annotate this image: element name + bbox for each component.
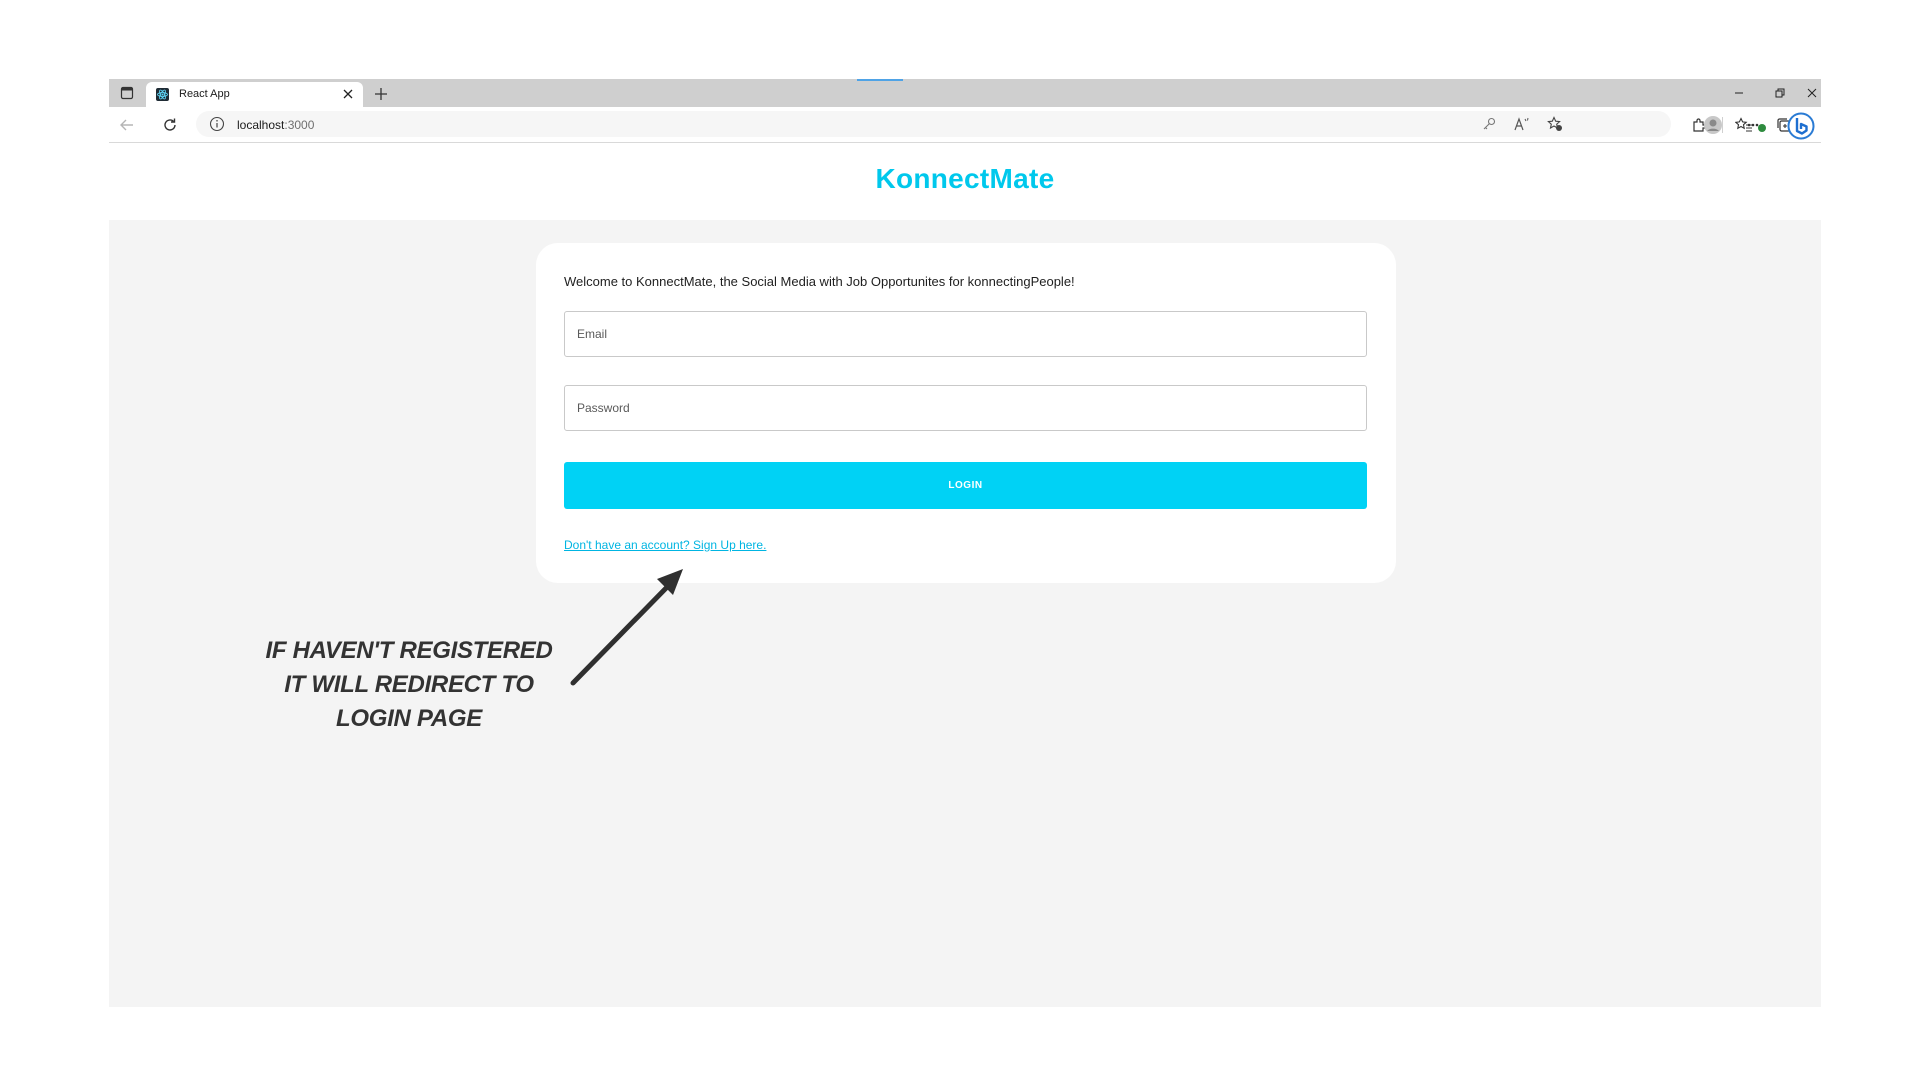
back-arrow-icon — [120, 119, 133, 131]
add-favorite-button[interactable] — [1545, 115, 1565, 133]
refresh-icon — [164, 118, 176, 131]
info-icon — [209, 116, 225, 132]
more-button[interactable] — [1745, 113, 1769, 137]
login-button[interactable]: LOGIN — [564, 462, 1367, 509]
minimize-button[interactable] — [1721, 83, 1757, 103]
password-field[interactable] — [564, 385, 1367, 431]
address-bar[interactable]: localhost:3000 — [196, 111, 1671, 137]
minimize-icon — [1735, 92, 1743, 94]
email-field[interactable] — [564, 311, 1367, 357]
tab-title: React App — [179, 88, 230, 100]
app-brand: KonnectMate — [875, 163, 1055, 194]
url-port: :3000 — [284, 118, 315, 132]
url-host: localhost — [237, 118, 285, 132]
restore-icon — [1775, 88, 1785, 98]
read-aloud-icon — [1514, 117, 1529, 131]
loading-indicator — [857, 79, 903, 81]
login-card: Welcome to KonnectMate, the Social Media… — [536, 243, 1396, 583]
new-tab-button[interactable] — [370, 83, 392, 105]
signup-link[interactable]: Don't have an account? Sign Up here. — [564, 538, 766, 552]
tab-close-button[interactable] — [339, 85, 357, 103]
annotation-arrow-icon — [570, 569, 683, 686]
back-button[interactable] — [115, 113, 139, 137]
restore-button[interactable] — [1762, 83, 1798, 103]
welcome-text: Welcome to KonnectMate, the Social Media… — [564, 274, 1075, 289]
app-header: KonnectMate — [109, 143, 1821, 220]
browser-window: React App localhost:3000 KonnectMate Wel… — [109, 79, 1821, 1007]
annotation-text: IF HAVEN'T REGISTERED IT WILL REDIRECT T… — [265, 637, 553, 732]
password-key-button[interactable] — [1479, 115, 1499, 133]
browser-tab[interactable]: React App — [146, 82, 363, 107]
profile-button[interactable] — [1701, 113, 1725, 137]
more-icon — [1747, 123, 1766, 132]
react-favicon-icon — [156, 88, 169, 101]
tab-actions-button[interactable] — [114, 82, 140, 104]
refresh-button[interactable] — [158, 113, 182, 137]
key-icon — [1483, 117, 1496, 130]
window-close-button[interactable] — [1803, 83, 1821, 103]
browser-toolbar: localhost:3000 — [109, 107, 1821, 143]
close-icon — [343, 89, 353, 99]
favorite-add-icon — [1547, 116, 1562, 131]
bing-chat-button[interactable] — [1786, 111, 1816, 141]
close-icon — [1807, 88, 1817, 98]
profile-icon — [1704, 116, 1722, 134]
read-aloud-button[interactable] — [1512, 115, 1532, 133]
bing-icon — [1787, 112, 1815, 140]
url-text: localhost:3000 — [237, 118, 314, 132]
title-bar: React App — [109, 79, 1821, 107]
plus-icon — [375, 88, 387, 100]
tab-actions-icon — [120, 86, 134, 100]
